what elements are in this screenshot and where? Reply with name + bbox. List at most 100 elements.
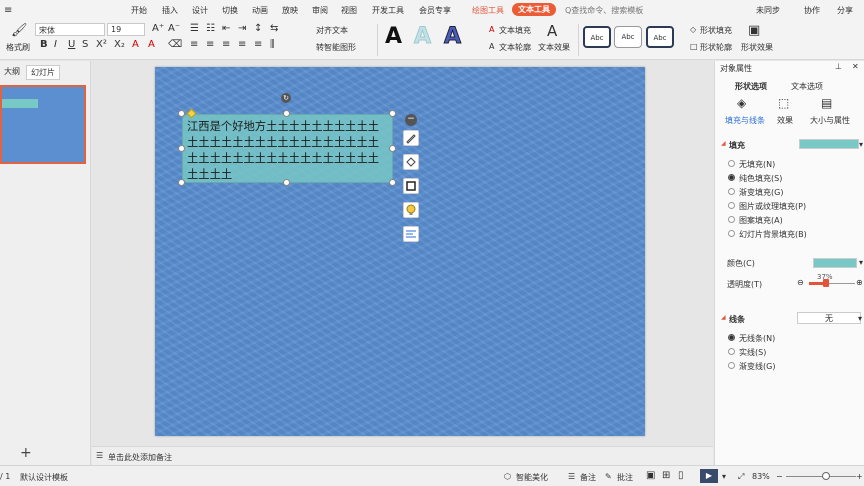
size-props-icon[interactable]: ▤: [821, 96, 832, 110]
slide-canvas[interactable]: 江西是个好地方土土土土土土土土土土土土土土土土土土土土土土土土土土土土土土土土土…: [155, 67, 645, 436]
comments-button[interactable]: 批注: [617, 472, 633, 483]
chevron-down-icon[interactable]: ▾: [859, 258, 863, 267]
align-left-icon[interactable]: ≡: [190, 39, 198, 50]
option-no-line[interactable]: 无线条(N): [739, 333, 775, 344]
italic-icon[interactable]: I: [54, 39, 57, 50]
chevron-down-icon[interactable]: ▾: [858, 314, 862, 323]
option-picture-fill[interactable]: 图片或纹理填充(P): [739, 201, 806, 212]
radio-gradient-fill[interactable]: [728, 188, 735, 195]
resize-handle-nw[interactable]: [178, 110, 185, 117]
distribute-icon[interactable]: ≡: [254, 39, 262, 50]
align-right-icon[interactable]: ≡: [222, 39, 230, 50]
notes-bar[interactable]: ☰ 单击此处添加备注: [92, 446, 713, 465]
tab-text-tools[interactable]: 文本工具: [512, 3, 556, 16]
radio-background-fill[interactable]: [728, 230, 735, 237]
menu-insert[interactable]: 插入: [162, 5, 178, 16]
decrease-indent-icon[interactable]: ⇤: [222, 23, 230, 34]
menu-design[interactable]: 设计: [192, 5, 208, 16]
resize-handle-se[interactable]: [389, 179, 396, 186]
sync-status[interactable]: 未同步: [756, 5, 780, 16]
bullets-icon[interactable]: ☰: [190, 23, 199, 34]
close-pane-icon[interactable]: ✕: [852, 62, 859, 71]
align-text-button[interactable]: 对齐文本: [316, 25, 348, 36]
text-outline-button[interactable]: 文本轮廓: [499, 42, 531, 53]
superscript-icon[interactable]: X²: [96, 39, 107, 50]
text-effects-button[interactable]: 文本效果: [538, 42, 570, 53]
numbering-icon[interactable]: ☷: [206, 23, 215, 34]
line-spacing-icon[interactable]: ↕: [254, 23, 262, 34]
format-painter-button[interactable]: 格式刷: [6, 42, 30, 53]
play-dropdown-icon[interactable]: ▾: [722, 472, 726, 481]
text-effects-icon[interactable]: A: [547, 22, 557, 40]
shadow-icon[interactable]: S: [82, 39, 88, 50]
fill-line-icon[interactable]: ◈: [737, 96, 746, 110]
pin-icon[interactable]: ⊥: [835, 62, 842, 71]
text-fill-icon[interactable]: A: [489, 25, 494, 34]
text-fill-button[interactable]: 文本填充: [499, 25, 531, 36]
zoom-in-icon[interactable]: +: [856, 472, 863, 481]
play-slideshow-icon[interactable]: ▶: [700, 469, 718, 483]
subscript-icon[interactable]: X₂: [114, 39, 125, 50]
radio-solid-line[interactable]: [728, 348, 735, 355]
wordart-style-blue-icon[interactable]: A: [443, 24, 461, 50]
menu-slideshow[interactable]: 放映: [282, 5, 298, 16]
reading-view-icon[interactable]: ▯: [678, 470, 684, 481]
underline-icon[interactable]: U: [68, 39, 75, 50]
grow-font-icon[interactable]: A⁺: [152, 23, 164, 34]
radio-no-fill[interactable]: [728, 160, 735, 167]
tab-shape-options[interactable]: 形状选项: [735, 81, 767, 92]
font-size-select[interactable]: 19: [107, 23, 145, 36]
shape-fill-button[interactable]: 形状填充: [700, 25, 732, 36]
radio-pattern-fill[interactable]: [728, 216, 735, 223]
font-name-select[interactable]: 宋体: [35, 23, 105, 36]
tab-slides[interactable]: 幻灯片: [26, 65, 60, 80]
resize-handle-n[interactable]: [283, 110, 290, 117]
highlight-icon[interactable]: A: [148, 39, 155, 50]
resize-handle-s[interactable]: [283, 179, 290, 186]
comment-icon[interactable]: ✎: [605, 472, 612, 481]
radio-gradient-line[interactable]: [728, 362, 735, 369]
bold-icon[interactable]: B: [40, 39, 48, 50]
shape-effects-icon[interactable]: ▣: [748, 23, 760, 38]
menu-icon[interactable]: ≡: [4, 5, 12, 16]
menu-animation[interactable]: 动画: [252, 5, 268, 16]
align-center-icon[interactable]: ≡: [206, 39, 214, 50]
lightbulb-icon[interactable]: [403, 202, 419, 218]
resize-handle-ne[interactable]: [389, 110, 396, 117]
line-type-select[interactable]: 无: [797, 312, 861, 324]
option-pattern-fill[interactable]: 图案填充(A): [739, 215, 783, 226]
resize-handle-e[interactable]: [389, 145, 396, 152]
shrink-font-icon[interactable]: A⁻: [168, 23, 180, 34]
notes-toggle-button[interactable]: 备注: [580, 472, 596, 483]
menu-home[interactable]: 开始: [131, 5, 147, 16]
font-color-icon[interactable]: A: [132, 39, 139, 50]
plus-icon[interactable]: ⊕: [856, 278, 863, 287]
shape-style-light[interactable]: Abc: [614, 26, 642, 48]
justify-icon[interactable]: ≡: [238, 39, 246, 50]
normal-view-icon[interactable]: ▣: [646, 470, 655, 481]
collab-button[interactable]: 协作: [804, 5, 820, 16]
wordart-style-light-icon[interactable]: A: [413, 24, 431, 50]
text-wrap-icon[interactable]: [403, 226, 419, 242]
option-gradient-fill[interactable]: 渐变填充(G): [739, 187, 783, 198]
zoom-slider-knob[interactable]: [822, 472, 830, 480]
slide-thumbnail-1[interactable]: [0, 85, 86, 164]
zoom-out-icon[interactable]: −: [776, 472, 783, 481]
notes-placeholder[interactable]: 单击此处添加备注: [108, 452, 172, 463]
collapse-arrow-icon[interactable]: ◢: [721, 314, 726, 321]
option-gradient-line[interactable]: 渐变线(G): [739, 361, 775, 372]
shape-style-dark[interactable]: Abc: [583, 26, 611, 48]
shape-fill-icon[interactable]: ◇: [690, 25, 696, 34]
text-outline-icon[interactable]: A: [489, 42, 494, 51]
fill-color-swatch[interactable]: [799, 139, 859, 149]
shape-effects-button[interactable]: 形状效果: [741, 42, 773, 53]
increase-indent-icon[interactable]: ⇥: [238, 23, 246, 34]
tab-outline[interactable]: 大纲: [0, 65, 24, 78]
shape-style-outline[interactable]: Abc: [646, 26, 674, 48]
convert-smartart-button[interactable]: 转智能图形: [316, 42, 356, 53]
menu-developer[interactable]: 开发工具: [372, 5, 404, 16]
selected-textbox[interactable]: 江西是个好地方土土土土土土土土土土土土土土土土土土土土土土土土土土土土土土土土土…: [182, 114, 393, 183]
smart-beautify-button[interactable]: 智能美化: [516, 472, 548, 483]
menu-review[interactable]: 审阅: [312, 5, 328, 16]
zoom-slider[interactable]: [786, 476, 856, 477]
